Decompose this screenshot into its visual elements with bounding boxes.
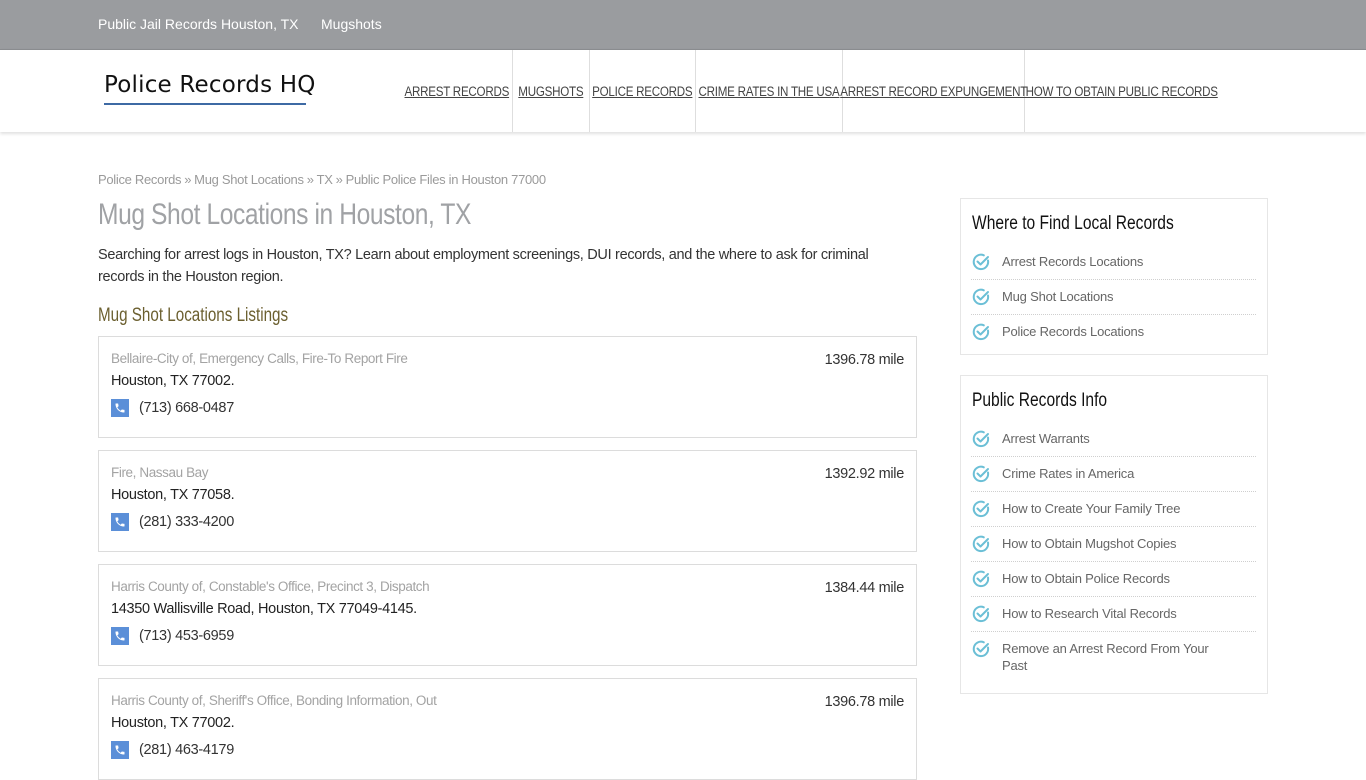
nav-arrest-records[interactable]: Arrest Records [402,50,513,132]
widget-link[interactable]: Crime Rates in America [1002,465,1134,482]
check-circle-icon [971,252,991,272]
page-title: Mug Shot Locations in Houston, TX [98,198,472,231]
widget-public-records-info: Public Records Info Arrest Warrants Crim… [960,375,1268,694]
check-circle-icon [971,604,991,624]
listing-name[interactable]: Harris County of, Sheriff's Office, Bond… [111,693,437,708]
listing-card: Harris County of, Constable's Office, Pr… [98,564,917,666]
listing-address: Houston, TX 77002. [111,715,235,731]
check-circle-icon [971,639,991,659]
listing-phone[interactable]: (713) 668-0487 [139,400,234,416]
listing-name[interactable]: Bellaire-City of, Emergency Calls, Fire-… [111,351,408,366]
widget-link[interactable]: How to Obtain Police Records [1002,570,1170,587]
listing-distance: 1392.92 mile [824,466,905,482]
widget-item: How to Research Vital Records [971,597,1256,632]
widget-link[interactable]: Police Records Locations [1002,323,1144,340]
widget-item: Mug Shot Locations [971,280,1256,315]
phone-icon [111,399,129,417]
listing-distance: 1384.44 mile [824,580,905,596]
listing-name[interactable]: Fire, Nassau Bay [111,465,209,480]
widget-link[interactable]: How to Research Vital Records [1002,605,1177,622]
topbar-link-mugshots[interactable]: Mugshots [321,16,382,32]
site-header: Police Records HQ Arrest Records Mugshot… [0,49,1366,132]
listing-card: Bellaire-City of, Emergency Calls, Fire-… [98,336,917,438]
nav-crime-rates[interactable]: Crime Rates in the USA [696,50,843,132]
widget-link[interactable]: Arrest Records Locations [1002,253,1143,270]
listing-card: Fire, Nassau Bay Houston, TX 77058. (281… [98,450,917,552]
listing-address: 14350 Wallisville Road, Houston, TX 7704… [111,601,417,617]
nav-label: Arrest Record Expungement [840,83,1027,99]
widget-item: How to Obtain Police Records [971,562,1256,597]
widget-title: Where to Find Local Records [972,213,1174,234]
widget-link[interactable]: How to Create Your Family Tree [1002,500,1180,517]
nav-label: Crime Rates in the USA [698,83,840,99]
widget-item: Remove an Arrest Record From Your Past [971,632,1256,681]
listing-phone-row: (713) 668-0487 [111,399,234,417]
check-circle-icon [971,429,991,449]
listing-phone[interactable]: (281) 333-4200 [139,514,234,530]
listing-address: Houston, TX 77002. [111,373,235,389]
nav-police-records[interactable]: Police Records [590,50,696,132]
breadcrumb-separator: » [306,172,314,187]
phone-icon [111,741,129,759]
listing-distance: 1396.78 mile [824,694,905,710]
section-title: Mug Shot Locations Listings [98,305,289,326]
check-circle-icon [971,287,991,307]
widget-link[interactable]: Remove an Arrest Record From Your Past [1002,640,1222,674]
listing-phone[interactable]: (281) 463-4179 [139,742,234,758]
widget-link[interactable]: Arrest Warrants [1002,430,1090,447]
listing-name[interactable]: Harris County of, Constable's Office, Pr… [111,579,430,594]
breadcrumb-separator: » [184,172,192,187]
phone-icon [111,513,129,531]
breadcrumb-separator: » [335,172,343,187]
nav-label: How to Obtain Public Records [1025,83,1218,99]
breadcrumb-tx[interactable]: TX [317,172,333,187]
listing-phone-row: (281) 463-4179 [111,741,234,759]
widget-item: Arrest Warrants [971,422,1256,457]
topbar-link-jail-records[interactable]: Public Jail Records Houston, TX [98,16,299,32]
widget-link[interactable]: Mug Shot Locations [1002,288,1114,305]
breadcrumb-mug-shot-locations[interactable]: Mug Shot Locations [194,172,304,187]
listing-address: Houston, TX 77058. [111,487,235,503]
nav-label: Mugshots [518,83,584,99]
check-circle-icon [971,464,991,484]
widget-list: Arrest Warrants Crime Rates in America H… [961,422,1267,681]
check-circle-icon [971,569,991,589]
check-circle-icon [971,322,991,342]
nav-label: Arrest Records [404,83,510,99]
widget-item: Arrest Records Locations [971,245,1256,280]
breadcrumb-current[interactable]: Public Police Files in Houston 77000 [346,172,547,187]
widget-item: How to Create Your Family Tree [971,492,1256,527]
nav-label: Police Records [592,83,693,99]
widget-item: How to Obtain Mugshot Copies [971,527,1256,562]
widget-link[interactable]: How to Obtain Mugshot Copies [1002,535,1177,552]
listing-phone-row: (713) 453-6959 [111,627,234,645]
listing-phone[interactable]: (713) 453-6959 [139,628,234,644]
site-logo[interactable]: Police Records HQ [104,72,316,98]
breadcrumb-police-records[interactable]: Police Records [98,172,182,187]
breadcrumb: Police Records» Mug Shot Locations» TX» Pub… [98,172,546,187]
intro-text: Searching for arrest logs in Houston, TX… [98,247,869,285]
listing-phone-row: (281) 333-4200 [111,513,234,531]
widget-list: Arrest Records Locations Mug Shot Locati… [961,245,1267,349]
widget-local-records: Where to Find Local Records Arrest Recor… [960,198,1268,355]
nav-expungement[interactable]: Arrest Record Expungement [840,50,1027,132]
widget-item: Crime Rates in America [971,457,1256,492]
listing-distance: 1396.78 mile [824,352,905,368]
widget-title: Public Records Info [972,390,1108,411]
nav-public-records[interactable]: How to Obtain Public Records [1025,50,1218,132]
logo-underline [104,103,306,105]
check-circle-icon [971,499,991,519]
phone-icon [111,627,129,645]
nav-mugshots[interactable]: Mugshots [513,50,590,132]
listing-card: Harris County of, Sheriff's Office, Bond… [98,678,917,780]
top-bar: Public Jail Records Houston, TX Mugshots [0,0,1366,49]
check-circle-icon [971,534,991,554]
widget-item: Police Records Locations [971,315,1256,349]
